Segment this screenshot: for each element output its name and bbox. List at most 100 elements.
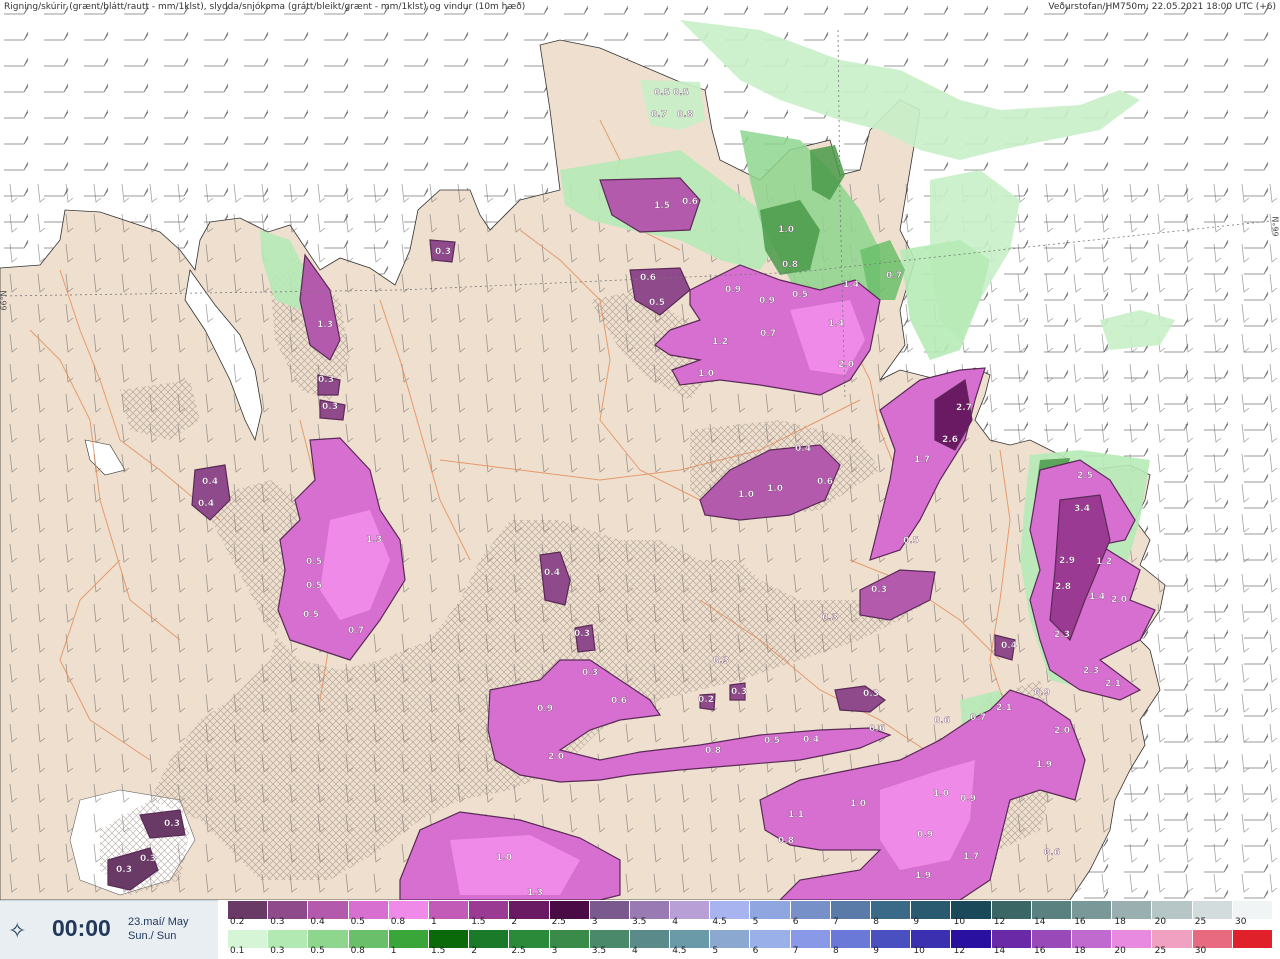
- precip-value-label: 0.9: [759, 296, 775, 306]
- rain-scale-label: 20: [1114, 946, 1126, 956]
- latitude-label-left: 66°N: [0, 290, 9, 311]
- precip-value-label: 1.9: [915, 871, 931, 881]
- snow-scale-label: 20: [1154, 917, 1167, 927]
- rain-scale-label: 0.3: [270, 946, 285, 956]
- snow-scale-label: 18: [1114, 917, 1126, 927]
- precip-value-label: 0.7: [760, 329, 776, 339]
- precip-value-label: 2.0: [1054, 726, 1070, 736]
- rain-scale-label: 9: [873, 946, 879, 956]
- precip-value-label: 2.1: [996, 703, 1012, 713]
- precip-value-label: 0.5: [303, 610, 319, 620]
- snow-scale-label: 30: [1235, 917, 1247, 927]
- snow-scale-label: 8: [873, 917, 879, 927]
- precip-value-label: 0.6: [934, 716, 950, 726]
- rain-scale-label: 16: [1034, 946, 1046, 956]
- time-panel[interactable]: ✧ 00:00 23.maí/ May Sun./ Sun: [0, 900, 218, 959]
- precip-value-label: 0.3: [322, 402, 338, 412]
- precip-value-label: 0.6: [640, 273, 656, 283]
- snow-scale-label: 4.5: [712, 917, 727, 927]
- precip-value-label: 1.5: [654, 201, 670, 211]
- snow-scale-label: 12: [993, 917, 1006, 927]
- precip-value-label: 0.3: [435, 247, 451, 257]
- precip-value-label: 0.3: [164, 819, 180, 829]
- precip-value-label: 0.2: [698, 695, 714, 705]
- precip-value-label: 0.7: [886, 271, 902, 281]
- rain-scale-label: 7: [792, 946, 799, 956]
- precip-value-label: 0.6: [611, 696, 627, 706]
- precip-value-label: 0.8: [778, 836, 794, 846]
- precip-value-label: 1.0: [767, 484, 783, 494]
- precip-value-label: 1.3: [366, 535, 382, 545]
- snow-scale-label: 6: [792, 917, 799, 927]
- snow-scale-label: 2: [511, 917, 518, 927]
- precip-value-label: 1.0: [850, 799, 866, 809]
- precip-value-label: 0.3: [822, 613, 838, 623]
- latitude-label-right: 66°N: [1271, 216, 1280, 237]
- precip-value-label: 1.7: [963, 852, 979, 862]
- precip-value-label: 0.9: [725, 285, 741, 295]
- precip-value-label: 0.5: [673, 88, 689, 98]
- snow-scale-label: 16: [1074, 917, 1086, 927]
- precip-value-label: 0.8: [677, 110, 693, 120]
- precip-value-label: 2.0: [1111, 595, 1127, 605]
- precip-value-label: 1.4: [828, 319, 844, 329]
- precip-value-label: 0.5: [649, 298, 665, 308]
- precip-value-label: 0.9: [537, 704, 553, 714]
- snow-scale-label: 3.5: [632, 917, 647, 927]
- precip-value-label: 1.0: [496, 853, 512, 863]
- precip-value-label: 0.7: [348, 626, 364, 636]
- precip-value-label: 0.3: [574, 629, 590, 639]
- rain-scale-label: 18: [1074, 946, 1086, 956]
- precip-value-label: 0.3: [713, 656, 729, 666]
- snow-scale-label: 2.5: [551, 917, 566, 927]
- rain-scale-label: 4.5: [672, 946, 687, 956]
- rain-scale-label: 6: [752, 946, 759, 956]
- rain-scale-label: 0.8: [350, 946, 365, 956]
- snow-scale-label: 14: [1034, 917, 1046, 927]
- precip-value-label: 0.6: [682, 197, 698, 207]
- snow-scale-label: 7: [833, 917, 839, 927]
- precip-value-label: 1.0: [933, 789, 949, 799]
- precip-value-label: 2.8: [1055, 582, 1071, 592]
- snow-scale-labels: 0.2 0.3 0.4 0.5 0.8 1 1.5 2 2.5 3 3.5 4 4.5 5 6 7 8 9 10 12…: [228, 917, 1280, 929]
- precip-value-label: 0.9: [1034, 688, 1050, 698]
- forecast-date-line2: Sun./ Sun: [128, 930, 177, 942]
- rain-scale-label: 0.5: [310, 946, 325, 956]
- precip-value-label: 0.8: [705, 746, 721, 756]
- snow-scale-label: 1.5: [471, 917, 486, 927]
- forecast-step-icon[interactable]: ✧: [8, 919, 26, 944]
- precip-value-label: 0.5: [306, 581, 322, 591]
- precip-value-label: 0.7: [651, 110, 667, 120]
- precip-value-label: 0.5: [903, 536, 919, 546]
- precip-value-label: 2.9: [1059, 556, 1075, 566]
- precip-value-label: 2.0: [838, 360, 854, 370]
- precip-value-label: 1.3: [317, 320, 333, 330]
- snow-scale-label: 0.5: [350, 917, 365, 927]
- rain-scale-label: 3: [551, 946, 558, 956]
- precip-value-label: 0.5: [792, 290, 808, 300]
- rain-scale-labels: 0.1 0.3 0.5 0.8 1 1.5 2 2.5 3 3.5 4 4.5 5 6 7 8 9 10 12 14 1…: [228, 946, 1280, 958]
- precip-value-label: 2.3: [1083, 666, 1099, 676]
- precip-value-label: 0.3: [871, 585, 887, 595]
- precip-value-label: 3.4: [1074, 504, 1090, 514]
- rain-scale-label: 14: [993, 946, 1006, 956]
- precip-value-label: 2.7: [956, 403, 972, 413]
- precip-value-label: 1.9: [1036, 760, 1052, 770]
- rain-scale-label: 4: [632, 946, 638, 956]
- precip-value-label: 0.5: [306, 557, 322, 567]
- precip-value-label: 1.7: [914, 455, 930, 465]
- snow-scale-label: 0.8: [390, 917, 406, 927]
- snow-scale-label: 25: [1194, 917, 1207, 927]
- precip-value-label: 1.2: [1096, 557, 1112, 567]
- precip-value-label: 0.6: [1044, 848, 1060, 858]
- precip-value-label: 2.6: [942, 435, 958, 445]
- rain-scale-label: 5: [712, 946, 719, 956]
- rain-scale-label: 30: [1194, 946, 1207, 956]
- snow-scale-label: 5: [752, 917, 759, 927]
- precip-value-label: 1.2: [712, 337, 728, 347]
- precipitation-map[interactable]: 0.5 0.5 0.7 0.8 1.5 0.6 0.3 0.6 0.5 1.0 0.8 0.9 0.9 0…: [0, 0, 1280, 958]
- precip-value-label: 1.0: [778, 225, 794, 235]
- snow-scale-label: 0.4: [310, 917, 325, 927]
- precip-value-label: 0.8: [782, 260, 798, 270]
- precip-value-label: 0.3: [116, 865, 132, 875]
